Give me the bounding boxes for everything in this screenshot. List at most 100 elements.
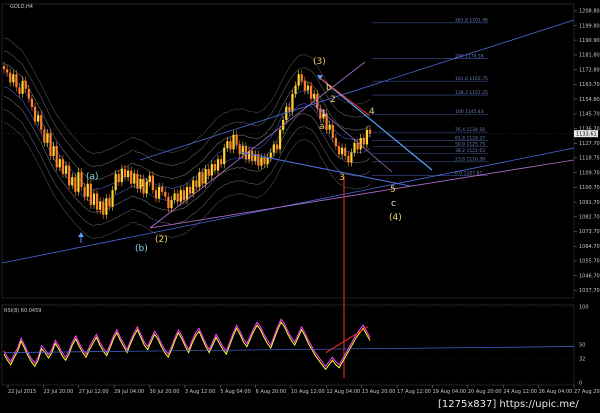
date-tick-label: 26 Aug 04:00: [539, 389, 573, 395]
fib-level-label: 61.8 1129.37: [455, 135, 485, 141]
candle-body: [6, 69, 9, 73]
candle-body: [86, 183, 89, 197]
candle-body: [117, 173, 120, 183]
wave-label: (2): [155, 235, 168, 245]
date-tick-label: 23 Jul 20:00: [43, 389, 73, 395]
price-tick-label: 1037.70: [579, 288, 600, 294]
candle-body: [306, 85, 310, 91]
candle-body: [12, 74, 15, 83]
rsi-title: RSI(8) 60.0459: [4, 308, 41, 314]
date-tick-label: 20 Aug 20:00: [468, 389, 502, 395]
wave-label: (b): [135, 244, 148, 254]
candle-body: [21, 80, 24, 94]
candle-body: [49, 133, 52, 156]
candle-body: [161, 186, 164, 192]
wave-label: (1): [136, 179, 149, 189]
candle-body: [105, 198, 108, 215]
candle-body: [68, 165, 71, 186]
candle-body: [102, 201, 105, 215]
candle-body: [71, 177, 74, 186]
candle-body: [89, 183, 92, 205]
candle-body: [356, 142, 359, 150]
candle-body: [37, 115, 40, 122]
price-tick-label: 1073.70: [579, 229, 600, 235]
rsi-tick-label: 0: [579, 381, 582, 387]
candle-body: [83, 186, 86, 197]
candle-body: [24, 80, 27, 89]
wave-label: b: [326, 83, 332, 93]
candle-body: [337, 146, 341, 155]
fib-level-label: 38.2 1121.63: [455, 148, 485, 154]
candle-body: [368, 129, 372, 134]
candle-body: [297, 74, 300, 86]
fib-level-label: 161.8 1165.75: [455, 76, 488, 82]
date-tick-label: 27 Aug 20:00: [574, 389, 600, 395]
candle-body: [204, 168, 207, 184]
date-tick-label: 10 Aug 12:00: [291, 389, 325, 395]
candle-body: [55, 146, 58, 168]
price-tick-label: 1208.80: [579, 9, 600, 15]
price-tick-label: 1091.70: [579, 200, 600, 206]
candle-body: [182, 190, 185, 200]
price-tick-label: 1172.80: [579, 67, 600, 73]
price-tick-label: 1163.70: [579, 82, 600, 88]
chart-title: GOLD,H4: [10, 4, 33, 10]
candle-body: [114, 173, 117, 191]
chart-background: [0, 0, 600, 413]
candle-body: [151, 175, 154, 191]
candle-body: [148, 175, 151, 183]
candle-body: [52, 146, 55, 156]
fib-level-label: 138.2 1157.25: [455, 90, 488, 96]
candle-body: [238, 144, 241, 155]
rsi-tick-label: 32: [579, 356, 585, 362]
candle-body: [33, 106, 37, 122]
price-tick-label: 1082.70: [579, 215, 600, 221]
candle-body: [164, 191, 167, 197]
candle-body: [170, 200, 173, 209]
candle-body: [272, 144, 275, 153]
candle-body: [226, 141, 229, 148]
candle-body: [185, 186, 189, 200]
date-tick-label: 29 Jul 04:00: [114, 389, 144, 395]
date-tick-label: 30 Jul 20:00: [150, 389, 180, 395]
candle-body: [223, 147, 226, 165]
candle-body: [95, 193, 99, 210]
date-tick-label: 13 Aug 20:00: [362, 389, 396, 395]
candle-body: [58, 159, 61, 168]
date-tick-label: 12 Aug 04:00: [326, 389, 360, 395]
candle-body: [251, 151, 254, 161]
candle-body: [229, 141, 232, 150]
wave-label: c: [391, 199, 396, 209]
candle-body: [80, 172, 83, 187]
candle-body: [195, 180, 198, 187]
fib-level-label: 200 1179.59: [455, 53, 484, 59]
candle-body: [331, 124, 334, 138]
candle-body: [173, 193, 176, 200]
price-tick-label: 1154.80: [579, 97, 600, 103]
current-price-label: 1133.61: [576, 131, 597, 137]
candle-body: [46, 133, 49, 143]
candle-body: [77, 172, 80, 192]
candle-body: [288, 106, 291, 112]
price-chart-canvas[interactable]: 261.8 1201.46200 1179.59161.8 1165.75138…: [0, 0, 600, 413]
watermark: [1275x837] https://upic.me/: [438, 399, 579, 410]
candle-body: [263, 157, 266, 165]
candle-body: [157, 186, 161, 199]
price-tick-label: 1100.70: [579, 185, 600, 191]
candle-body: [213, 164, 217, 171]
wave-label: 3: [339, 173, 345, 183]
price-tick-label: 1064.70: [579, 244, 600, 250]
wave-label: 2: [330, 95, 336, 105]
date-tick-label: 5 Aug 04:00: [220, 389, 251, 395]
candle-body: [154, 190, 158, 199]
price-tick-label: 1046.70: [579, 273, 600, 279]
candle-body: [334, 137, 337, 147]
candle-body: [189, 186, 192, 194]
candle-body: [235, 134, 238, 145]
candle-body: [300, 74, 303, 81]
wave-label: 1: [321, 109, 327, 119]
candle-body: [43, 129, 46, 143]
price-tick-label: 1181.80: [579, 53, 600, 59]
price-tick-label: 1199.80: [579, 23, 600, 29]
price-tick-label: 1127.70: [579, 141, 600, 147]
